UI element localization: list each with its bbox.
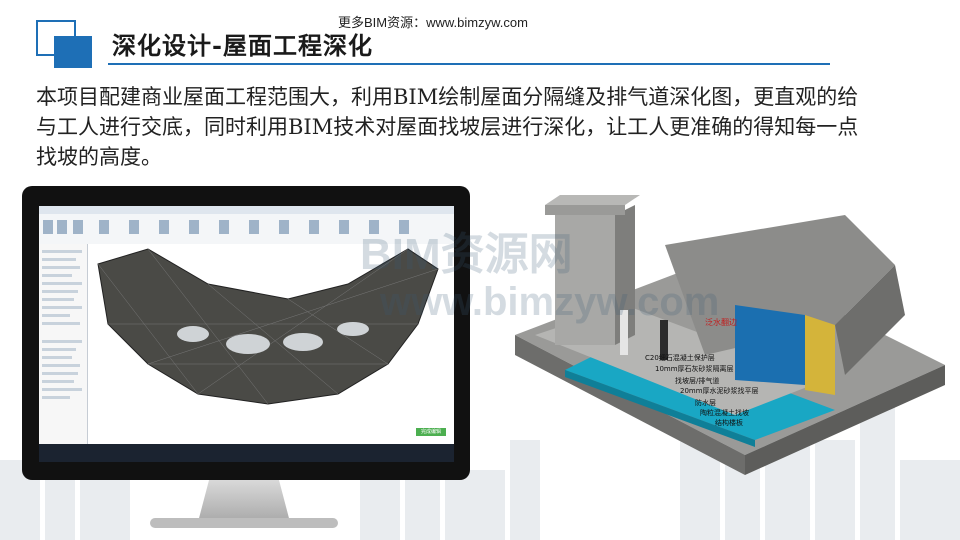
panel-rows	[42, 250, 82, 399]
page-title: 深化设计-屋面工程深化	[112, 31, 373, 60]
layer-label-ceramsite: 陶粒混凝土找坡	[700, 408, 749, 417]
layer-label-levelling: 20mm厚水泥砂浆找平层	[680, 386, 759, 395]
watermark-cn: BIM资源网	[360, 230, 573, 279]
layer-label-waterproof: 防水层	[695, 398, 716, 407]
watermark-en: www.bimzyw.com	[380, 280, 720, 324]
source-banner: 更多BIM资源：www.bimzyw.com	[338, 15, 528, 30]
layer-label-slope: 找坡层/排气道	[675, 376, 719, 385]
windows-taskbar	[39, 444, 454, 462]
finish-edit-button[interactable]: 完成编辑	[416, 428, 446, 436]
title-underline	[108, 63, 830, 65]
layer-label-concrete: C20细石混凝土保护层	[645, 353, 715, 362]
app-titlebar	[39, 206, 454, 214]
header-decor-fill	[54, 36, 92, 68]
layer-label-isolation: 10mm厚石灰砂浆隔离层	[655, 364, 734, 373]
properties-panel	[39, 244, 88, 444]
description-paragraph: 本项目配建商业屋面工程范围大，利用BIM绘制屋面分隔缝及排气道深化图，更直观的给…	[36, 85, 859, 169]
monitor-stand	[198, 480, 290, 522]
monitor-base	[150, 518, 338, 528]
layer-label-slab: 结构楼板	[715, 418, 743, 427]
